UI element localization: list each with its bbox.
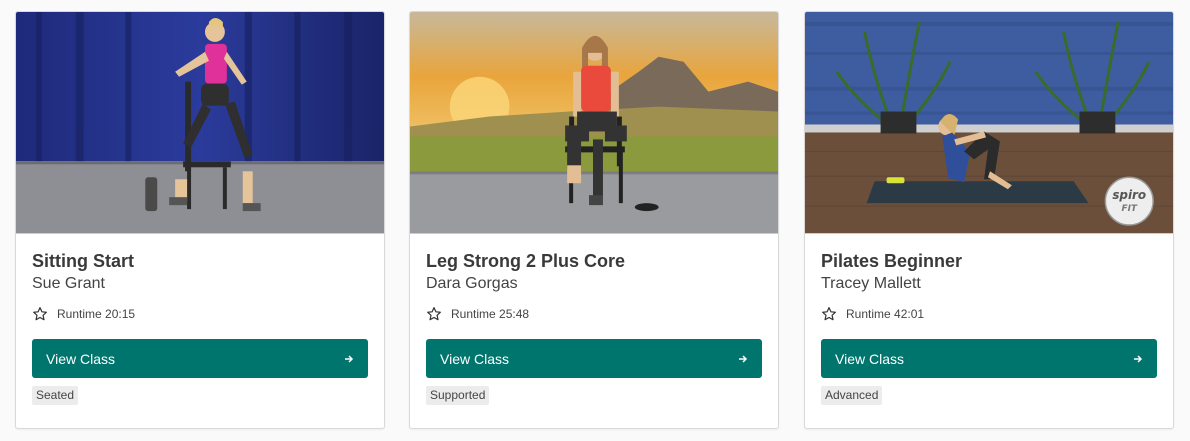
view-class-button[interactable]: View Class bbox=[426, 339, 762, 378]
class-title[interactable]: Pilates Beginner bbox=[821, 250, 1157, 272]
view-class-button[interactable]: View Class bbox=[821, 339, 1157, 378]
runtime-text: Runtime 20:15 bbox=[57, 307, 136, 321]
instructor-name: Dara Gorgas bbox=[426, 275, 518, 292]
runtime-text: Runtime 42:01 bbox=[846, 307, 925, 321]
class-thumbnail[interactable] bbox=[410, 12, 778, 234]
star-outline-icon[interactable] bbox=[32, 306, 48, 322]
class-tag: Advanced bbox=[821, 386, 883, 405]
runtime-row: Runtime 20:15 bbox=[32, 304, 368, 324]
class-tag: Supported bbox=[426, 386, 490, 405]
thumbnail-image bbox=[16, 12, 384, 233]
class-thumbnail[interactable] bbox=[16, 12, 384, 234]
view-class-label: View Class bbox=[46, 350, 115, 367]
class-title[interactable]: Sitting Start bbox=[32, 250, 368, 272]
class-tag: Seated bbox=[32, 386, 79, 405]
class-card-body: Pilates Beginner Tracey Mallett Runtime … bbox=[821, 234, 1157, 405]
class-card: spiro FIT Pilates Beginner Tracey Mallet… bbox=[804, 11, 1174, 429]
thumbnail-image: spiro FIT bbox=[805, 12, 1173, 233]
class-card: Leg Strong 2 Plus Core Dara Gorgas Runti… bbox=[409, 11, 779, 429]
instructor-name: Tracey Mallett bbox=[821, 275, 921, 292]
view-class-label: View Class bbox=[835, 350, 904, 367]
class-card: Sitting Start Sue Grant Runtime 20:15 Vi… bbox=[15, 11, 385, 429]
arrow-right-icon bbox=[1134, 354, 1143, 363]
class-card-body: Sitting Start Sue Grant Runtime 20:15 Vi… bbox=[32, 234, 368, 405]
svg-text:spiro: spiro bbox=[1112, 188, 1146, 202]
thumbnail-image bbox=[410, 12, 778, 233]
svg-text:FIT: FIT bbox=[1121, 204, 1137, 214]
instructor-name: Sue Grant bbox=[32, 275, 105, 292]
star-outline-icon[interactable] bbox=[426, 306, 442, 322]
class-title[interactable]: Leg Strong 2 Plus Core bbox=[426, 250, 762, 272]
runtime-text: Runtime 25:48 bbox=[451, 307, 530, 321]
arrow-right-icon bbox=[345, 354, 354, 363]
runtime-row: Runtime 42:01 bbox=[821, 304, 1157, 324]
view-class-label: View Class bbox=[440, 350, 509, 367]
arrow-right-icon bbox=[739, 354, 748, 363]
star-outline-icon[interactable] bbox=[821, 306, 837, 322]
runtime-row: Runtime 25:48 bbox=[426, 304, 762, 324]
class-thumbnail[interactable]: spiro FIT bbox=[805, 12, 1173, 234]
view-class-button[interactable]: View Class bbox=[32, 339, 368, 378]
class-card-body: Leg Strong 2 Plus Core Dara Gorgas Runti… bbox=[426, 234, 762, 405]
